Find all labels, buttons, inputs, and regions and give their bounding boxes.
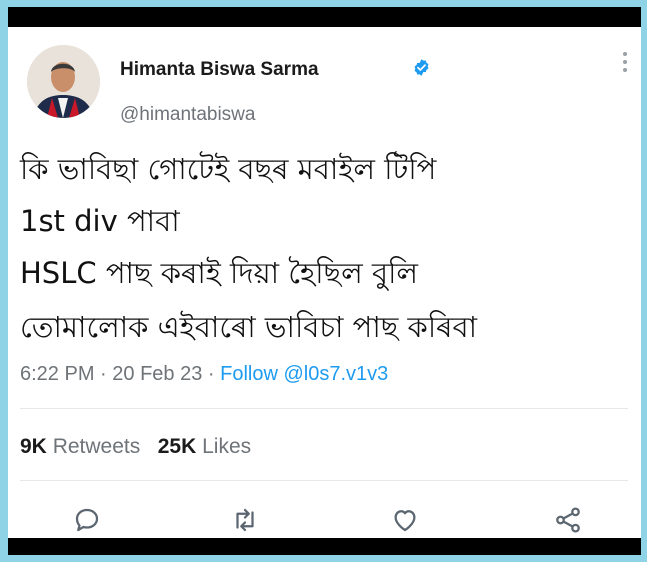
retweets-label: Retweets [46,435,141,458]
tweet-text-line: 1st div পাবা [20,204,180,238]
heart-icon[interactable] [390,505,420,535]
avatar[interactable] [27,45,100,118]
tweet-card: Himanta Biswa Sarma @himantabiswa কি ভাব… [8,27,641,538]
tweet-date[interactable]: 20 Feb 23 [112,363,202,385]
engagement-stats: 9K Retweets 25K Likes [20,435,251,459]
tweet-text-line: তোমালোক এইবাৰো ভাবিচা পাছ কৰিবা [20,310,478,344]
retweets-stat[interactable]: 9K Retweets [20,435,140,458]
bottom-black-bar [8,538,641,555]
likes-label: Likes [196,435,252,458]
likes-count: 25K [157,435,197,458]
tweet-text-line: HSLC পাছ কৰাই দিয়া হৈছিল বুলি [20,256,419,290]
follow-link[interactable]: Follow @l0s7.v1v3 [220,363,388,385]
divider [20,480,628,481]
verified-badge-icon [414,59,429,76]
tweet-time[interactable]: 6:22 PM [20,363,94,385]
retweet-icon[interactable] [230,505,260,535]
author-handle[interactable]: @himantabiswa [120,104,255,126]
top-black-bar [8,7,641,27]
retweets-count: 9K [20,435,47,458]
meta-separator: · [94,363,113,385]
tweet-meta: 6:22 PM · 20 Feb 23 · Follow @l0s7.v1v3 [20,363,388,386]
share-icon[interactable] [553,505,583,535]
likes-stat[interactable]: 25K Likes [158,435,251,458]
divider [20,408,628,409]
reply-icon[interactable] [72,505,102,535]
avatar-image [27,45,100,118]
tweet-text-line: কি ভাবিছা গোটেই বছৰ মবাইল টিপি [20,152,437,186]
author-name[interactable]: Himanta Biswa Sarma [120,59,319,81]
meta-separator: · [202,363,221,385]
more-vertical-icon[interactable] [622,52,628,76]
